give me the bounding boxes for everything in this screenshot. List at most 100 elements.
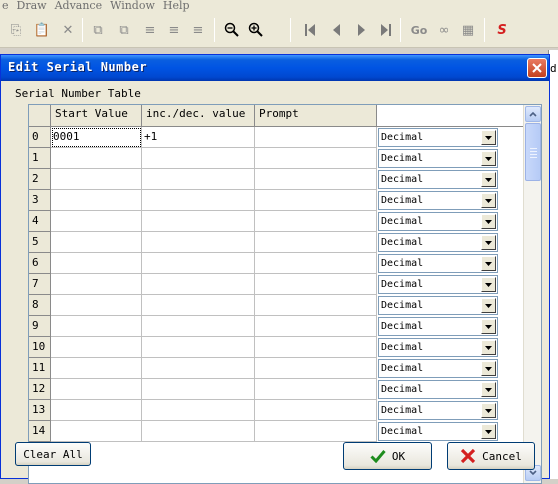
align-left-icon[interactable]: ≡ [140, 20, 160, 40]
dropdown-button[interactable] [481, 382, 496, 397]
format-dropdown[interactable]: Decimal [378, 149, 498, 168]
prompt-cell[interactable] [255, 358, 377, 379]
start-value-cell[interactable] [51, 358, 142, 379]
inc-dec-value-cell[interactable] [142, 400, 255, 421]
prompt-cell[interactable] [255, 211, 377, 232]
calculator-icon[interactable]: ▦ [458, 20, 478, 40]
start-value-cell[interactable] [51, 421, 142, 442]
inc-dec-value-cell[interactable] [142, 274, 255, 295]
header-start-value[interactable]: Start Value [51, 105, 142, 127]
dropdown-button[interactable] [481, 235, 496, 250]
scrollbar-thumb[interactable] [525, 123, 541, 181]
menu-item-advance[interactable]: Advance [53, 0, 109, 12]
glasses-icon[interactable]: ∞ [434, 20, 454, 40]
align-center-icon[interactable]: ≡ [164, 20, 184, 40]
prompt-cell[interactable] [255, 148, 377, 169]
dropdown-button[interactable] [481, 340, 496, 355]
row-index-cell[interactable]: 8 [29, 295, 51, 316]
dropdown-button[interactable] [481, 256, 496, 271]
start-value-cell[interactable] [51, 400, 142, 421]
menu-item-help[interactable]: Help [161, 0, 196, 12]
ok-button[interactable]: OK [343, 442, 432, 470]
header-inc-dec-value[interactable]: inc./dec. value [142, 105, 255, 127]
scroll-up-button[interactable] [525, 106, 541, 122]
row-index-cell[interactable]: 2 [29, 169, 51, 190]
delete-icon[interactable]: ✕ [58, 20, 78, 40]
start-value-cell[interactable] [51, 274, 142, 295]
paste-icon[interactable]: 📋 [32, 20, 52, 40]
format-dropdown[interactable]: Decimal [378, 254, 498, 273]
row-index-cell[interactable]: 9 [29, 316, 51, 337]
format-dropdown[interactable]: Decimal [378, 401, 498, 420]
start-value-cell[interactable] [51, 169, 142, 190]
serial-number-icon[interactable]: S [492, 20, 512, 40]
start-value-cell[interactable]: 0001 [51, 127, 142, 148]
format-dropdown[interactable]: Decimal [378, 296, 498, 315]
prompt-cell[interactable] [255, 400, 377, 421]
inc-dec-value-cell[interactable] [142, 295, 255, 316]
zoom-out-icon[interactable] [222, 20, 242, 40]
menu-item-draw[interactable]: Draw [15, 0, 53, 12]
prompt-cell[interactable] [255, 295, 377, 316]
start-value-cell[interactable] [51, 253, 142, 274]
inc-dec-value-cell[interactable] [142, 169, 255, 190]
row-index-cell[interactable]: 10 [29, 337, 51, 358]
copy-format-icon[interactable]: ⎘ [6, 20, 26, 40]
start-value-cell[interactable] [51, 316, 142, 337]
row-index-cell[interactable]: 6 [29, 253, 51, 274]
format-dropdown[interactable]: Decimal [378, 380, 498, 399]
vertical-scrollbar[interactable] [523, 105, 541, 483]
prompt-cell[interactable] [255, 232, 377, 253]
last-icon[interactable] [376, 20, 396, 40]
dropdown-button[interactable] [481, 214, 496, 229]
row-index-cell[interactable]: 14 [29, 421, 51, 442]
zoom-in-icon[interactable] [246, 20, 266, 40]
prompt-cell[interactable] [255, 274, 377, 295]
prompt-cell[interactable] [255, 316, 377, 337]
prompt-cell[interactable] [255, 337, 377, 358]
prompt-cell[interactable] [255, 253, 377, 274]
start-value-cell[interactable] [51, 148, 142, 169]
start-value-cell[interactable] [51, 295, 142, 316]
start-value-cell[interactable] [51, 232, 142, 253]
dropdown-button[interactable] [481, 151, 496, 166]
row-index-cell[interactable]: 12 [29, 379, 51, 400]
menu-item-window[interactable]: Window [108, 0, 161, 12]
inc-dec-value-cell[interactable] [142, 253, 255, 274]
dropdown-button[interactable] [481, 277, 496, 292]
format-dropdown[interactable]: Decimal [378, 191, 498, 210]
ungroup-icon[interactable]: ⧉ [114, 20, 134, 40]
header-prompt[interactable]: Prompt [255, 105, 377, 127]
format-dropdown[interactable]: Decimal [378, 359, 498, 378]
inc-dec-value-cell[interactable] [142, 421, 255, 442]
format-dropdown[interactable]: Decimal [378, 422, 498, 441]
prompt-cell[interactable] [255, 169, 377, 190]
prompt-cell[interactable] [255, 127, 377, 148]
inc-dec-value-cell[interactable] [142, 337, 255, 358]
format-dropdown[interactable]: Decimal [378, 128, 498, 147]
row-index-cell[interactable]: 11 [29, 358, 51, 379]
menu-item-edit[interactable]: e [0, 0, 15, 12]
format-dropdown[interactable]: Decimal [378, 317, 498, 336]
row-index-cell[interactable]: 0 [29, 127, 51, 148]
align-right-icon[interactable]: ≡ [188, 20, 208, 40]
row-index-cell[interactable]: 3 [29, 190, 51, 211]
inc-dec-value-cell[interactable] [142, 211, 255, 232]
format-dropdown[interactable]: Decimal [378, 233, 498, 252]
first-icon[interactable] [300, 20, 320, 40]
next-icon[interactable] [352, 20, 372, 40]
prompt-cell[interactable] [255, 379, 377, 400]
start-value-cell[interactable] [51, 190, 142, 211]
go-button[interactable]: Go [408, 20, 430, 40]
start-value-cell[interactable] [51, 337, 142, 358]
prompt-cell[interactable] [255, 190, 377, 211]
inc-dec-value-cell[interactable]: +1 [142, 127, 255, 148]
inc-dec-value-cell[interactable] [142, 190, 255, 211]
dropdown-button[interactable] [481, 403, 496, 418]
format-dropdown[interactable]: Decimal [378, 212, 498, 231]
row-index-cell[interactable]: 7 [29, 274, 51, 295]
dropdown-button[interactable] [481, 298, 496, 313]
start-value-cell[interactable] [51, 211, 142, 232]
dropdown-button[interactable] [481, 193, 496, 208]
clear-all-button[interactable]: Clear All [15, 442, 91, 466]
